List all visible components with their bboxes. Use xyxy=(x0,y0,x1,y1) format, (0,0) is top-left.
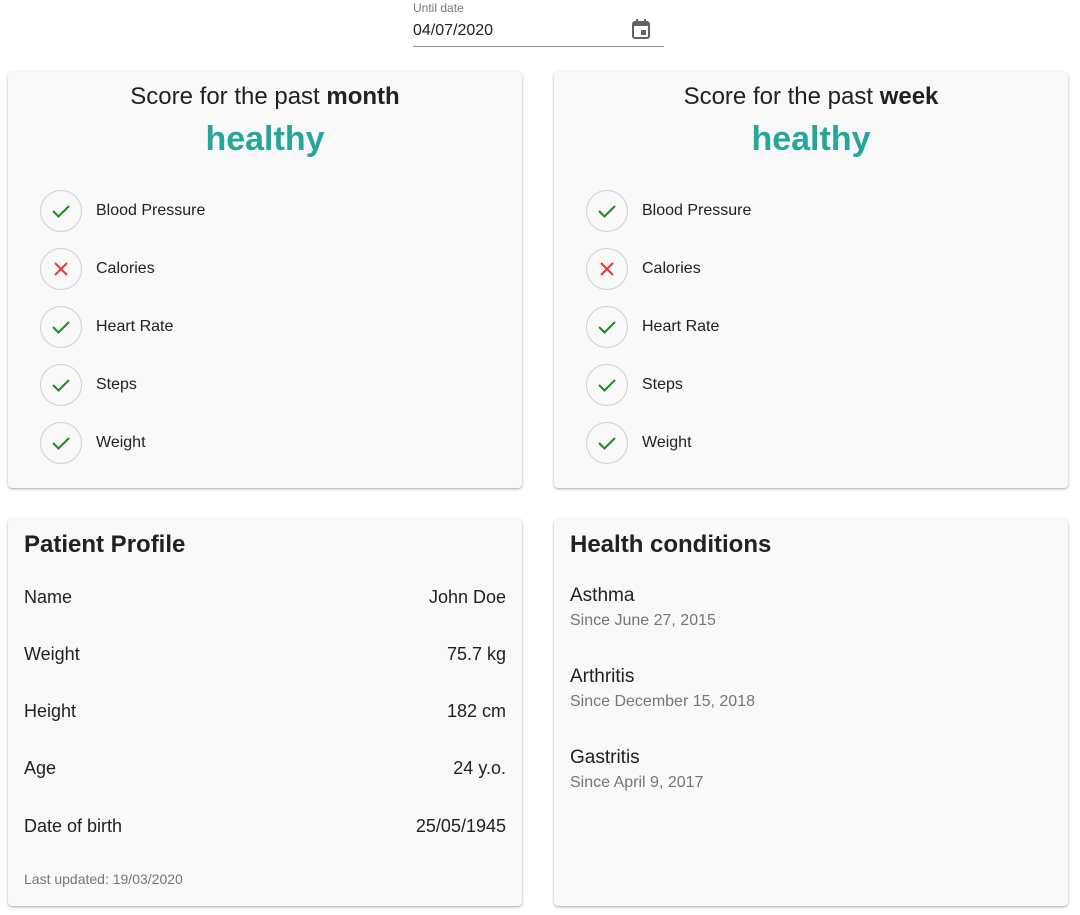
score-title-month: Score for the past month xyxy=(8,83,522,111)
last-updated-text: Last updated: 19/03/2020 xyxy=(24,871,183,887)
until-date-input[interactable] xyxy=(413,20,623,42)
check-icon xyxy=(586,190,628,232)
score-title-period: week xyxy=(879,83,939,110)
calendar-icon xyxy=(631,18,651,45)
score-card-month: Score for the past month healthy Blood P… xyxy=(8,72,522,488)
profile-row-age: Age 24 y.o. xyxy=(24,756,506,780)
metric-row: Heart Rate xyxy=(40,306,340,348)
metric-row: Steps xyxy=(586,364,886,406)
metric-label: Steps xyxy=(96,376,137,393)
metric-row: Calories xyxy=(586,248,886,290)
profile-value: 75.7 kg xyxy=(446,643,506,664)
date-underline xyxy=(413,46,664,47)
metric-row: Steps xyxy=(40,364,340,406)
metric-label: Steps xyxy=(642,376,683,393)
profile-row-height: Height 182 cm xyxy=(24,699,506,723)
profile-label: Height xyxy=(24,700,77,721)
profile-label: Age xyxy=(24,757,57,778)
check-icon xyxy=(40,422,82,464)
score-title-prefix: Score for the past xyxy=(683,83,874,110)
profile-row-date-of-birth: Date of birth 25/05/1945 xyxy=(24,814,506,838)
metric-label: Weight xyxy=(642,434,692,451)
check-icon xyxy=(586,364,628,406)
metric-label: Heart Rate xyxy=(642,318,720,335)
condition-name: Asthma xyxy=(570,585,635,606)
patient-profile-heading: Patient Profile xyxy=(24,531,186,558)
condition-item: Gastritis Since April 9, 2017 xyxy=(570,746,703,794)
profile-value: John Doe xyxy=(428,586,506,607)
metric-label: Weight xyxy=(96,434,146,451)
condition-since: Since December 15, 2018 xyxy=(570,693,755,710)
profile-row-weight: Weight 75.7 kg xyxy=(24,642,506,666)
metric-row: Weight xyxy=(586,422,886,464)
profile-value: 182 cm xyxy=(446,700,506,721)
condition-since: Since April 9, 2017 xyxy=(570,774,704,791)
metric-row: Heart Rate xyxy=(586,306,886,348)
score-title-period: month xyxy=(326,83,400,110)
profile-value: 24 y.o. xyxy=(453,757,506,778)
profile-row-name: Name John Doe xyxy=(24,585,506,609)
metric-row: Blood Pressure xyxy=(586,190,886,232)
check-icon xyxy=(586,422,628,464)
metric-label: Blood Pressure xyxy=(642,202,752,219)
calendar-button[interactable] xyxy=(628,18,654,44)
cross-icon xyxy=(40,248,82,290)
check-icon xyxy=(40,190,82,232)
profile-label: Name xyxy=(24,586,73,607)
metric-row: Calories xyxy=(40,248,340,290)
metric-label: Blood Pressure xyxy=(96,202,206,219)
metric-label: Calories xyxy=(642,260,701,277)
health-conditions-heading: Health conditions xyxy=(570,531,772,558)
condition-item: Asthma Since June 27, 2015 xyxy=(570,584,716,632)
score-title-prefix: Score for the past xyxy=(130,83,320,110)
condition-item: Arthritis Since December 15, 2018 xyxy=(570,665,755,713)
metric-row: Blood Pressure xyxy=(40,190,340,232)
patient-profile-card: Patient Profile Name John Doe Weight 75.… xyxy=(8,519,522,906)
condition-since: Since June 27, 2015 xyxy=(570,612,716,629)
metric-row: Weight xyxy=(40,422,340,464)
score-status-week: healthy xyxy=(751,120,871,158)
condition-name: Arthritis xyxy=(570,666,635,687)
score-card-week: Score for the past week healthy Blood Pr… xyxy=(554,72,1068,488)
health-conditions-card: Health conditions Asthma Since June 27, … xyxy=(554,519,1068,906)
check-icon xyxy=(586,306,628,348)
profile-label: Weight xyxy=(24,643,80,664)
score-title-week: Score for the past week xyxy=(554,83,1068,111)
check-icon xyxy=(40,306,82,348)
until-date-label: Until date xyxy=(413,1,464,15)
condition-name: Gastritis xyxy=(570,747,640,768)
profile-value: 25/05/1945 xyxy=(415,815,506,836)
check-icon xyxy=(40,364,82,406)
profile-label: Date of birth xyxy=(24,815,123,836)
score-status-month: healthy xyxy=(205,120,325,158)
metric-label: Calories xyxy=(96,260,155,277)
until-date-field[interactable]: Until date xyxy=(413,0,664,48)
metric-label: Heart Rate xyxy=(96,318,174,335)
cross-icon xyxy=(586,248,628,290)
